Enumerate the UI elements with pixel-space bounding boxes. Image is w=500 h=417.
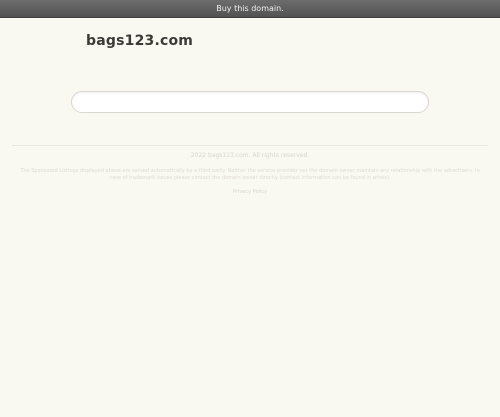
privacy-policy-link[interactable]: Privacy Policy [233,189,267,195]
privacy-policy-area: Privacy Policy [0,189,500,195]
search-input[interactable] [72,95,428,115]
footer-divider [12,145,488,146]
buy-domain-link[interactable]: Buy this domain. [216,4,283,13]
disclaimer-text: The Sponsored Listings displayed above a… [20,168,480,181]
top-bar: Buy this domain. [0,0,500,18]
domain-title: bags123.com [86,33,194,49]
search-box[interactable] [71,91,429,115]
copyright-text: 2022 bags123.com. All rights reserved. [190,152,310,159]
